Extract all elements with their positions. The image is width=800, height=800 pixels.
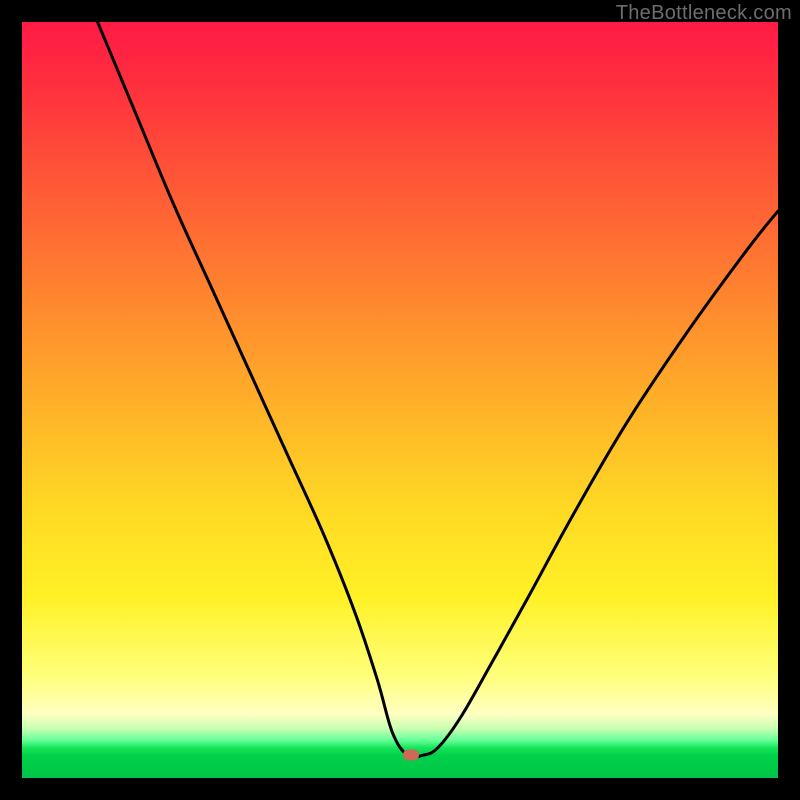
watermark-text: TheBottleneck.com bbox=[616, 2, 792, 25]
curve-path bbox=[98, 22, 778, 757]
plot-area bbox=[22, 22, 778, 778]
chart-frame: TheBottleneck.com bbox=[0, 0, 800, 800]
optimal-point-marker bbox=[403, 750, 419, 761]
bottleneck-curve bbox=[22, 22, 778, 778]
